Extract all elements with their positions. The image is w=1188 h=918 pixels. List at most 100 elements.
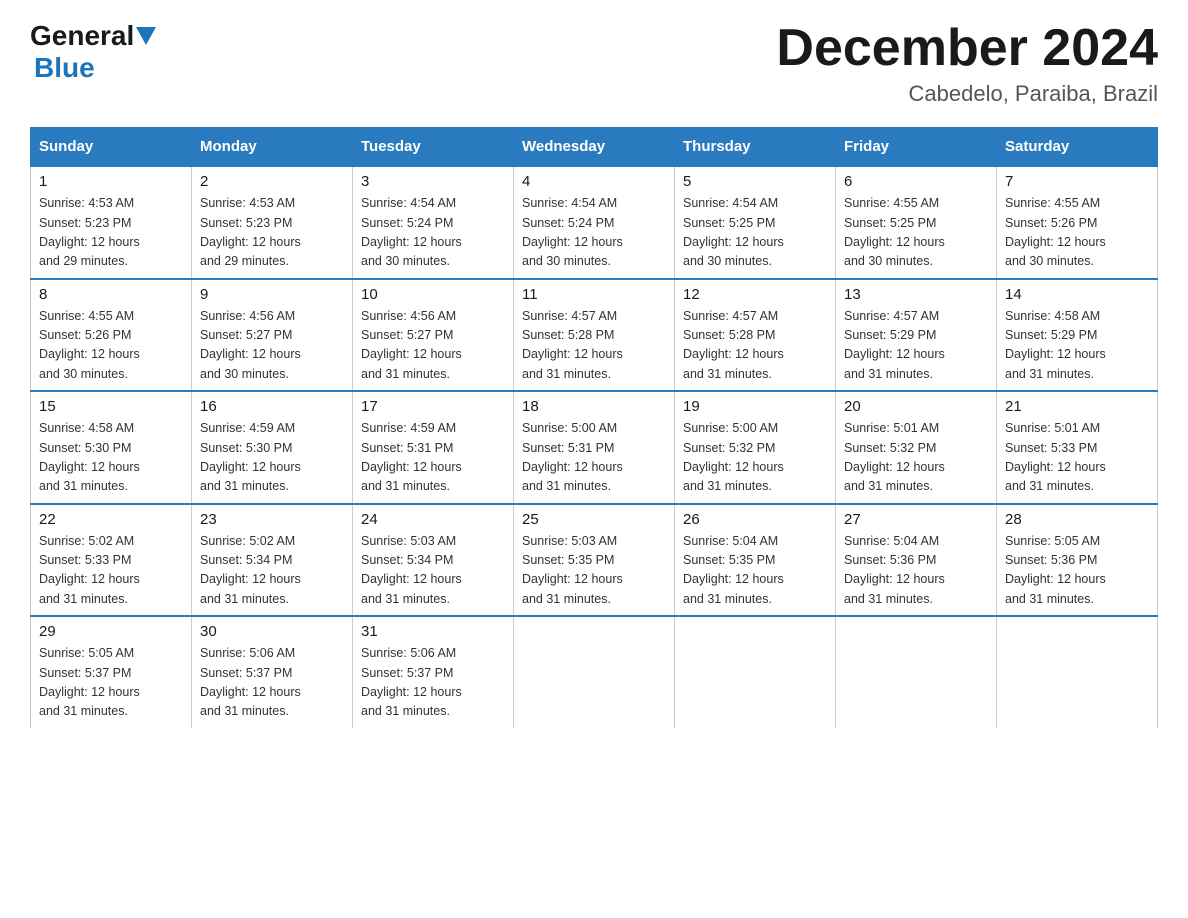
calendar-week-5: 29Sunrise: 5:05 AMSunset: 5:37 PMDayligh…	[31, 616, 1158, 728]
title-area: December 2024 Cabedelo, Paraiba, Brazil	[776, 20, 1158, 107]
calendar-cell: 25 Sunrise: 5:03 AMSunset: 5:35 PMDayligh…	[514, 504, 675, 617]
header-day-wednesday: Wednesday	[514, 128, 675, 167]
day-info: Sunrise: 4:55 AMSunset: 5:25 PMDaylight:…	[844, 194, 988, 272]
calendar-cell: 4 Sunrise: 4:54 AMSunset: 5:24 PMDaylight…	[514, 166, 675, 279]
header-day-saturday: Saturday	[997, 128, 1158, 167]
calendar-week-2: 8 Sunrise: 4:55 AMSunset: 5:26 PMDaylight…	[31, 279, 1158, 392]
day-number: 7	[1005, 173, 1149, 190]
header-day-sunday: Sunday	[31, 128, 192, 167]
calendar-cell: 2 Sunrise: 4:53 AMSunset: 5:23 PMDaylight…	[192, 166, 353, 279]
day-info: Sunrise: 5:03 AMSunset: 5:34 PMDaylight:…	[361, 532, 505, 610]
day-info: Sunrise: 4:57 AMSunset: 5:28 PMDaylight:…	[683, 307, 827, 385]
calendar-cell: 12 Sunrise: 4:57 AMSunset: 5:28 PMDayligh…	[675, 279, 836, 392]
logo-triangle-icon	[136, 27, 156, 45]
header-day-friday: Friday	[836, 128, 997, 167]
calendar-cell: 6 Sunrise: 4:55 AMSunset: 5:25 PMDaylight…	[836, 166, 997, 279]
day-info: Sunrise: 4:58 AMSunset: 5:30 PMDaylight:…	[39, 419, 183, 497]
calendar-week-3: 15 Sunrise: 4:58 AMSunset: 5:30 PMDayligh…	[31, 391, 1158, 504]
calendar-cell: 29Sunrise: 5:05 AMSunset: 5:37 PMDayligh…	[31, 616, 192, 728]
day-number: 20	[844, 398, 988, 415]
calendar-cell: 31 Sunrise: 5:06 AMSunset: 5:37 PMDayligh…	[353, 616, 514, 728]
day-number: 8	[39, 286, 183, 303]
calendar-cell: 3Sunrise: 4:54 AMSunset: 5:24 PMDaylight…	[353, 166, 514, 279]
calendar-cell: 7Sunrise: 4:55 AMSunset: 5:26 PMDaylight…	[997, 166, 1158, 279]
calendar-cell: 30Sunrise: 5:06 AMSunset: 5:37 PMDayligh…	[192, 616, 353, 728]
day-info: Sunrise: 5:00 AMSunset: 5:32 PMDaylight:…	[683, 419, 827, 497]
day-number: 15	[39, 398, 183, 415]
day-number: 6	[844, 173, 988, 190]
day-number: 29	[39, 623, 183, 640]
calendar-cell	[514, 616, 675, 728]
day-info: Sunrise: 4:57 AMSunset: 5:29 PMDaylight:…	[844, 307, 988, 385]
day-info: Sunrise: 4:53 AMSunset: 5:23 PMDaylight:…	[39, 194, 183, 272]
calendar-cell: 14Sunrise: 4:58 AMSunset: 5:29 PMDayligh…	[997, 279, 1158, 392]
page-subtitle: Cabedelo, Paraiba, Brazil	[776, 81, 1158, 107]
day-info: Sunrise: 4:53 AMSunset: 5:23 PMDaylight:…	[200, 194, 344, 272]
day-info: Sunrise: 5:05 AMSunset: 5:36 PMDaylight:…	[1005, 532, 1149, 610]
day-info: Sunrise: 4:55 AMSunset: 5:26 PMDaylight:…	[39, 307, 183, 385]
logo: General Blue	[30, 20, 158, 84]
calendar-header: SundayMondayTuesdayWednesdayThursdayFrid…	[31, 128, 1158, 167]
day-info: Sunrise: 5:06 AMSunset: 5:37 PMDaylight:…	[200, 644, 344, 722]
day-info: Sunrise: 4:54 AMSunset: 5:24 PMDaylight:…	[522, 194, 666, 272]
day-info: Sunrise: 5:00 AMSunset: 5:31 PMDaylight:…	[522, 419, 666, 497]
calendar-cell	[997, 616, 1158, 728]
calendar-cell: 18 Sunrise: 5:00 AMSunset: 5:31 PMDayligh…	[514, 391, 675, 504]
day-number: 10	[361, 286, 505, 303]
calendar-cell: 5 Sunrise: 4:54 AMSunset: 5:25 PMDaylight…	[675, 166, 836, 279]
day-number: 2	[200, 173, 344, 190]
day-info: Sunrise: 5:04 AMSunset: 5:35 PMDaylight:…	[683, 532, 827, 610]
day-number: 13	[844, 286, 988, 303]
calendar-cell: 27 Sunrise: 5:04 AMSunset: 5:36 PMDayligh…	[836, 504, 997, 617]
day-info: Sunrise: 4:58 AMSunset: 5:29 PMDaylight:…	[1005, 307, 1149, 385]
day-number: 26	[683, 511, 827, 528]
header-row: SundayMondayTuesdayWednesdayThursdayFrid…	[31, 128, 1158, 167]
day-info: Sunrise: 4:56 AMSunset: 5:27 PMDaylight:…	[361, 307, 505, 385]
calendar-week-4: 22Sunrise: 5:02 AMSunset: 5:33 PMDayligh…	[31, 504, 1158, 617]
calendar-cell	[675, 616, 836, 728]
calendar-cell: 19 Sunrise: 5:00 AMSunset: 5:32 PMDayligh…	[675, 391, 836, 504]
day-info: Sunrise: 4:54 AMSunset: 5:25 PMDaylight:…	[683, 194, 827, 272]
day-number: 11	[522, 286, 666, 303]
day-info: Sunrise: 5:04 AMSunset: 5:36 PMDaylight:…	[844, 532, 988, 610]
calendar-cell: 20Sunrise: 5:01 AMSunset: 5:32 PMDayligh…	[836, 391, 997, 504]
calendar-cell: 8 Sunrise: 4:55 AMSunset: 5:26 PMDaylight…	[31, 279, 192, 392]
day-number: 31	[361, 623, 505, 640]
day-number: 4	[522, 173, 666, 190]
day-info: Sunrise: 4:57 AMSunset: 5:28 PMDaylight:…	[522, 307, 666, 385]
day-number: 28	[1005, 511, 1149, 528]
day-info: Sunrise: 5:01 AMSunset: 5:33 PMDaylight:…	[1005, 419, 1149, 497]
page-title: December 2024	[776, 20, 1158, 77]
day-number: 12	[683, 286, 827, 303]
calendar-cell: 23 Sunrise: 5:02 AMSunset: 5:34 PMDayligh…	[192, 504, 353, 617]
day-number: 23	[200, 511, 344, 528]
day-number: 25	[522, 511, 666, 528]
header-day-monday: Monday	[192, 128, 353, 167]
calendar-cell: 26 Sunrise: 5:04 AMSunset: 5:35 PMDayligh…	[675, 504, 836, 617]
day-number: 19	[683, 398, 827, 415]
calendar-cell: 21 Sunrise: 5:01 AMSunset: 5:33 PMDayligh…	[997, 391, 1158, 504]
calendar-week-1: 1 Sunrise: 4:53 AMSunset: 5:23 PMDaylight…	[31, 166, 1158, 279]
day-number: 21	[1005, 398, 1149, 415]
calendar-cell: 1 Sunrise: 4:53 AMSunset: 5:23 PMDaylight…	[31, 166, 192, 279]
day-number: 16	[200, 398, 344, 415]
day-number: 5	[683, 173, 827, 190]
calendar-body: 1 Sunrise: 4:53 AMSunset: 5:23 PMDaylight…	[31, 166, 1158, 728]
day-number: 18	[522, 398, 666, 415]
header-day-thursday: Thursday	[675, 128, 836, 167]
day-info: Sunrise: 5:02 AMSunset: 5:34 PMDaylight:…	[200, 532, 344, 610]
calendar-cell: 10 Sunrise: 4:56 AMSunset: 5:27 PMDayligh…	[353, 279, 514, 392]
day-info: Sunrise: 5:03 AMSunset: 5:35 PMDaylight:…	[522, 532, 666, 610]
day-number: 24	[361, 511, 505, 528]
day-number: 1	[39, 173, 183, 190]
day-number: 9	[200, 286, 344, 303]
page-header: General Blue December 2024 Cabedelo, Par…	[30, 20, 1158, 107]
day-info: Sunrise: 5:06 AMSunset: 5:37 PMDaylight:…	[361, 644, 505, 722]
day-number: 27	[844, 511, 988, 528]
calendar-cell: 11 Sunrise: 4:57 AMSunset: 5:28 PMDayligh…	[514, 279, 675, 392]
day-info: Sunrise: 4:54 AMSunset: 5:24 PMDaylight:…	[361, 194, 505, 272]
day-number: 17	[361, 398, 505, 415]
day-number: 22	[39, 511, 183, 528]
calendar-cell	[836, 616, 997, 728]
day-info: Sunrise: 4:56 AMSunset: 5:27 PMDaylight:…	[200, 307, 344, 385]
